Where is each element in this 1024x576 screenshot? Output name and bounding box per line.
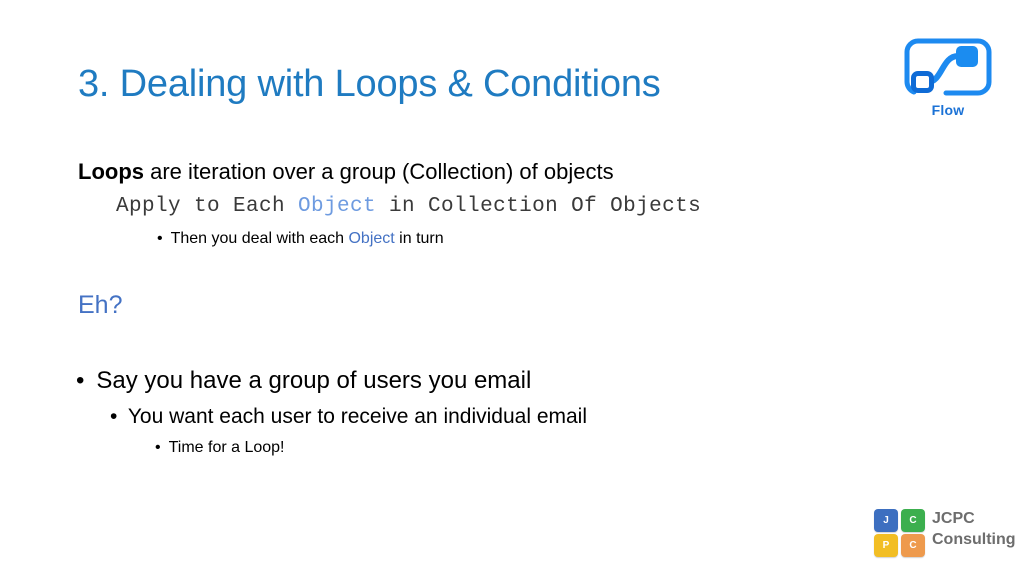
apply-to-each-object-token: Object (298, 195, 377, 218)
then-line-suffix: in turn (394, 230, 444, 247)
apply-to-each-prefix: Apply to Each (116, 195, 299, 218)
jcpc-logo: J C P C JCPC Consulting (874, 506, 1024, 564)
bullet-icon: • (155, 439, 161, 456)
loops-definition-line: Loops are iteration over a group (Collec… (78, 158, 614, 186)
bullet-level-1-label: Say you have a group of users you email (96, 367, 532, 394)
bullet-icon: • (110, 405, 118, 428)
then-you-deal-line: • Then you deal with each Object in turn (157, 228, 444, 250)
page-title: 3. Dealing with Loops & Conditions (78, 63, 661, 105)
jcpc-tile-c2: C (901, 534, 925, 557)
jcpc-tile-j: J (874, 509, 898, 532)
bullet-icon: • (157, 230, 163, 247)
bullet-level-2-label: You want each user to receive an individ… (127, 405, 588, 428)
jcpc-wordmark-bottom: Consulting (932, 531, 1016, 548)
apply-to-each-line: Apply to Each Object in Collection Of Ob… (116, 194, 701, 220)
flow-icon (904, 38, 992, 96)
slide-canvas: 3. Dealing with Loops & Conditions Loops… (0, 0, 1024, 576)
eh-heading: Eh? (78, 291, 123, 319)
loops-definition-rest: are iteration over a group (Collection) … (144, 159, 614, 184)
jcpc-logo-tiles: J C P C (874, 506, 926, 558)
bullet-level-3: • Time for a Loop! (155, 437, 285, 459)
then-line-prefix: Then you deal with each (170, 230, 349, 247)
apply-to-each-suffix: in Collection Of Objects (376, 195, 702, 218)
flow-logo: Flow (900, 36, 996, 128)
bullet-level-1: • Say you have a group of users you email (76, 366, 531, 396)
jcpc-tile-p: P (874, 534, 898, 557)
then-line-object-token: Object (348, 230, 395, 247)
bullet-level-3-label: Time for a Loop! (168, 439, 285, 456)
bullet-icon: • (76, 367, 85, 394)
jcpc-tile-c1: C (901, 509, 925, 532)
jcpc-wordmark-top: JCPC (932, 510, 975, 527)
loops-keyword: Loops (78, 159, 144, 184)
flow-logo-label: Flow (931, 102, 965, 118)
jcpc-logo-wordmark: JCPC Consulting (932, 508, 1016, 550)
bullet-level-2: • You want each user to receive an indivi… (110, 403, 587, 430)
